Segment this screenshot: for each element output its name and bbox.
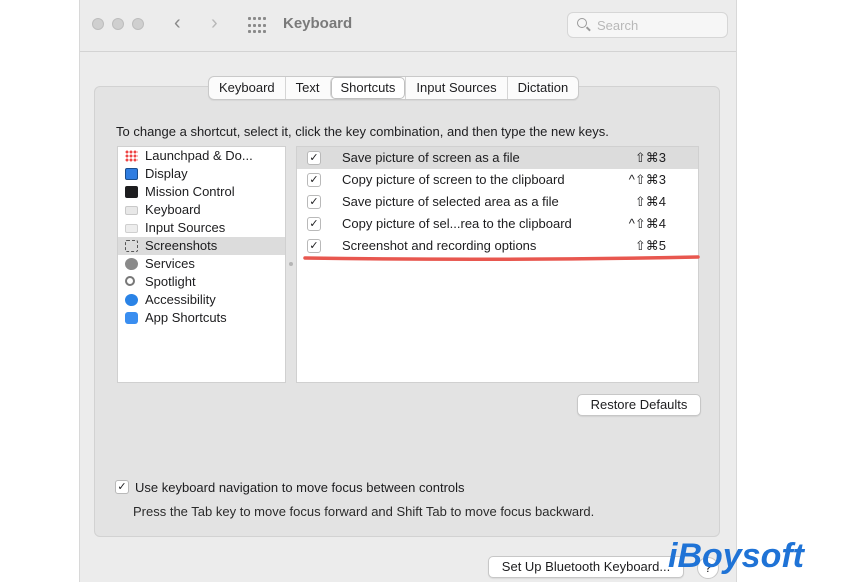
- shortcut-label: Save picture of screen as a file: [342, 150, 520, 165]
- category-label: Input Sources: [145, 220, 226, 235]
- search-icon: [577, 18, 587, 28]
- category-label: Screenshots: [145, 238, 218, 253]
- shortcut-keys[interactable]: ^⇧⌘4: [629, 213, 666, 235]
- bluetooth-keyboard-button[interactable]: Set Up Bluetooth Keyboard...: [488, 556, 684, 578]
- category-label: Mission Control: [145, 184, 235, 199]
- iboysoft-watermark-logo: iBoysoft: [668, 537, 804, 575]
- screenshot-icon: [125, 240, 138, 252]
- category-item-services[interactable]: Services: [118, 255, 285, 273]
- instructions-text: To change a shortcut, select it, click t…: [116, 124, 609, 139]
- close-window-button[interactable]: [92, 18, 104, 30]
- title-bar: ‹ › Keyboard: [80, 0, 736, 52]
- window-title: Keyboard: [283, 15, 353, 32]
- shortcut-checkbox[interactable]: ✓: [307, 239, 321, 253]
- category-item-mission-control[interactable]: Mission Control: [118, 183, 285, 201]
- tab-input-sources[interactable]: Input Sources: [405, 77, 506, 99]
- mission-control-icon: [125, 186, 138, 198]
- shortcut-keys[interactable]: ⇧⌘3: [635, 147, 666, 169]
- category-item-accessibility[interactable]: Accessibility: [118, 291, 285, 309]
- back-chevron-icon[interactable]: ‹: [174, 13, 181, 33]
- category-label: Display: [145, 166, 188, 181]
- shortcut-list: ✓ Save picture of screen as a file ⇧⌘3 ✓…: [296, 146, 699, 383]
- category-label: Accessibility: [145, 292, 216, 307]
- shortcut-checkbox[interactable]: ✓: [307, 195, 321, 209]
- magnifier-icon: [125, 276, 135, 286]
- category-item-input-sources[interactable]: Input Sources: [118, 219, 285, 237]
- shortcut-label: Copy picture of screen to the clipboard: [342, 172, 565, 187]
- shortcut-checkbox[interactable]: ✓: [307, 151, 321, 165]
- keyboard-navigation-hint: Press the Tab key to move focus forward …: [133, 504, 595, 519]
- accessibility-icon: [125, 294, 138, 306]
- category-item-app-shortcuts[interactable]: App Shortcuts: [118, 309, 285, 327]
- tab-keyboard[interactable]: Keyboard: [209, 77, 285, 99]
- gear-icon: [125, 258, 138, 270]
- category-label: Spotlight: [145, 274, 196, 289]
- category-item-display[interactable]: Display: [118, 165, 285, 183]
- tab-dictation[interactable]: Dictation: [506, 77, 579, 99]
- category-label: App Shortcuts: [145, 310, 227, 325]
- search-field[interactable]: [567, 12, 728, 38]
- category-label: Launchpad & Do...: [145, 148, 253, 163]
- forward-chevron-icon[interactable]: ›: [211, 13, 218, 33]
- show-all-grid-icon[interactable]: [248, 17, 266, 35]
- shortcut-checkbox[interactable]: ✓: [307, 173, 321, 187]
- highlight-underline: [303, 255, 700, 262]
- category-label: Services: [145, 256, 195, 271]
- input-sources-icon: [125, 224, 138, 233]
- shortcut-row[interactable]: ✓ Copy picture of screen to the clipboar…: [297, 169, 698, 191]
- keyboard-icon: [125, 206, 138, 215]
- shortcut-keys[interactable]: ^⇧⌘3: [629, 169, 666, 191]
- category-item-keyboard[interactable]: Keyboard: [118, 201, 285, 219]
- search-input[interactable]: [597, 16, 717, 34]
- keyboard-navigation-checkbox[interactable]: ✓: [115, 480, 129, 494]
- category-label: Keyboard: [145, 202, 201, 217]
- category-list: Launchpad & Do... Display Mission Contro…: [117, 146, 286, 383]
- shortcut-row[interactable]: ✓ Copy picture of sel...rea to the clipb…: [297, 213, 698, 235]
- keyboard-navigation-label: Use keyboard navigation to move focus be…: [135, 480, 465, 495]
- launchpad-icon: [125, 150, 138, 162]
- shortcut-row[interactable]: ✓ Save picture of selected area as a fil…: [297, 191, 698, 213]
- display-icon: [125, 168, 138, 180]
- category-item-spotlight[interactable]: Spotlight: [118, 273, 285, 291]
- restore-defaults-button[interactable]: Restore Defaults: [577, 394, 701, 416]
- category-item-screenshots[interactable]: Screenshots: [118, 237, 285, 255]
- zoom-window-button[interactable]: [132, 18, 144, 30]
- shortcut-keys[interactable]: ⇧⌘4: [635, 191, 666, 213]
- tab-text[interactable]: Text: [284, 77, 330, 99]
- shortcut-label: Save picture of selected area as a file: [342, 194, 559, 209]
- shortcut-checkbox[interactable]: ✓: [307, 217, 321, 231]
- app-store-icon: [125, 312, 138, 324]
- tab-bar: Keyboard Text Shortcuts Input Sources Di…: [208, 76, 580, 100]
- tab-shortcuts[interactable]: Shortcuts: [329, 77, 406, 99]
- minimize-window-button[interactable]: [112, 18, 124, 30]
- shortcut-label: Copy picture of sel...rea to the clipboa…: [342, 216, 572, 231]
- split-view-handle[interactable]: [289, 262, 293, 266]
- shortcut-row[interactable]: ✓ Save picture of screen as a file ⇧⌘3: [297, 147, 698, 169]
- category-item-launchpad[interactable]: Launchpad & Do...: [118, 147, 285, 165]
